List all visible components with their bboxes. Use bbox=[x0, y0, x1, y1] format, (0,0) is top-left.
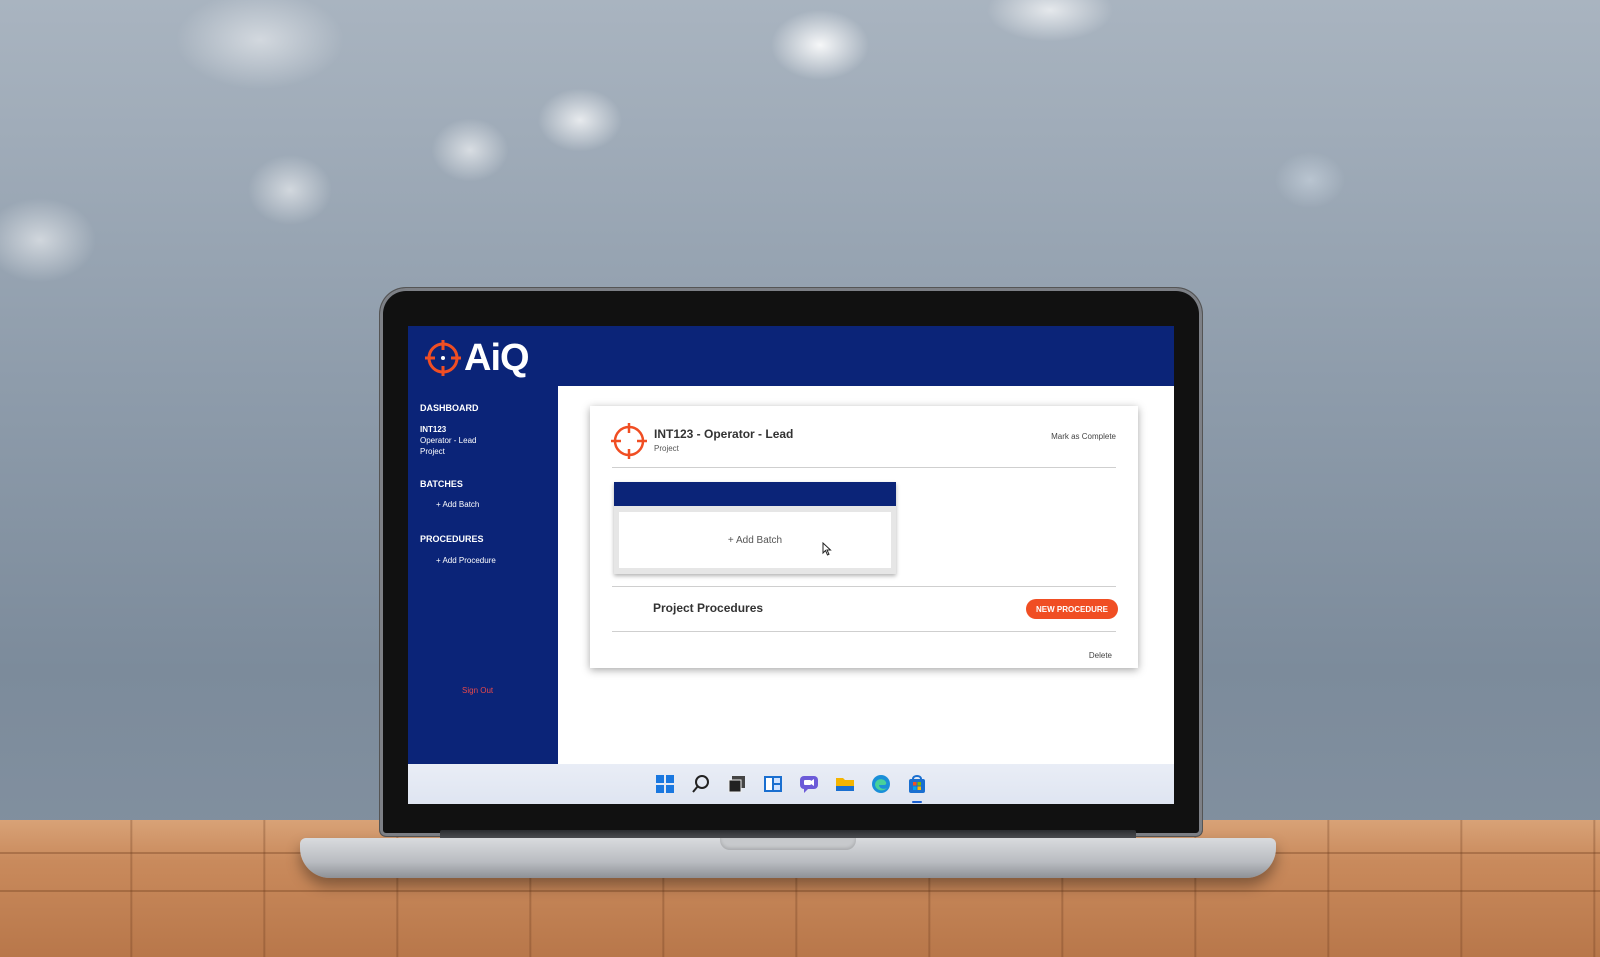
logo-text: AiQ bbox=[464, 337, 530, 379]
sign-out-link[interactable]: Sign Out bbox=[462, 686, 493, 695]
mouse-cursor-icon bbox=[822, 542, 832, 556]
sidebar-item-dashboard[interactable]: DASHBOARD bbox=[420, 403, 479, 413]
delete-link[interactable]: Delete bbox=[1089, 651, 1112, 660]
sidebar-add-procedure-link[interactable]: + Add Procedure bbox=[436, 556, 496, 565]
mark-complete-link[interactable]: Mark as Complete bbox=[1051, 432, 1116, 441]
new-procedure-button[interactable]: NEW PROCEDURE bbox=[1026, 599, 1118, 619]
project-card: INT123 - Operator - Lead Project Mark as… bbox=[590, 406, 1138, 668]
crosshair-icon bbox=[611, 423, 647, 459]
crosshair-logo-icon bbox=[425, 340, 461, 376]
taskbar bbox=[408, 764, 1174, 804]
edge-browser-icon[interactable] bbox=[870, 773, 892, 795]
add-batch-button[interactable]: + Add Batch bbox=[619, 512, 891, 568]
batch-panel-header bbox=[614, 482, 896, 506]
laptop-screen: AiQ DASHBOARD INT123 Operator - Lead Pro… bbox=[408, 326, 1174, 804]
task-view-icon[interactable] bbox=[726, 773, 748, 795]
sidebar-project-name[interactable]: Operator - Lead bbox=[420, 435, 476, 446]
file-explorer-icon[interactable] bbox=[834, 773, 856, 795]
widgets-icon[interactable] bbox=[762, 773, 784, 795]
project-procedures-title: Project Procedures bbox=[653, 601, 764, 615]
app-logo[interactable]: AiQ bbox=[424, 337, 530, 379]
sidebar: DASHBOARD INT123 Operator - Lead Project… bbox=[408, 386, 558, 764]
laptop-notch bbox=[720, 838, 856, 850]
divider bbox=[612, 631, 1116, 632]
top-bar: AiQ bbox=[408, 326, 1174, 386]
batch-panel: + Add Batch bbox=[614, 482, 896, 574]
divider bbox=[612, 586, 1116, 587]
search-icon[interactable] bbox=[690, 773, 712, 795]
store-icon[interactable] bbox=[906, 773, 928, 803]
sidebar-add-batch-link[interactable]: + Add Batch bbox=[436, 500, 479, 509]
sidebar-heading-batches: BATCHES bbox=[420, 479, 463, 489]
divider bbox=[612, 467, 1116, 468]
project-title: INT123 - Operator - Lead bbox=[654, 427, 794, 441]
laptop-base bbox=[300, 838, 1276, 878]
windows-start-icon[interactable] bbox=[654, 773, 676, 795]
chat-icon[interactable] bbox=[798, 773, 820, 795]
plank-line bbox=[0, 890, 1600, 892]
sidebar-heading-procedures: PROCEDURES bbox=[420, 534, 484, 544]
sidebar-project-code[interactable]: INT123 bbox=[420, 424, 446, 435]
sidebar-project-type: Project bbox=[420, 447, 445, 456]
project-subtitle: Project bbox=[654, 444, 679, 453]
